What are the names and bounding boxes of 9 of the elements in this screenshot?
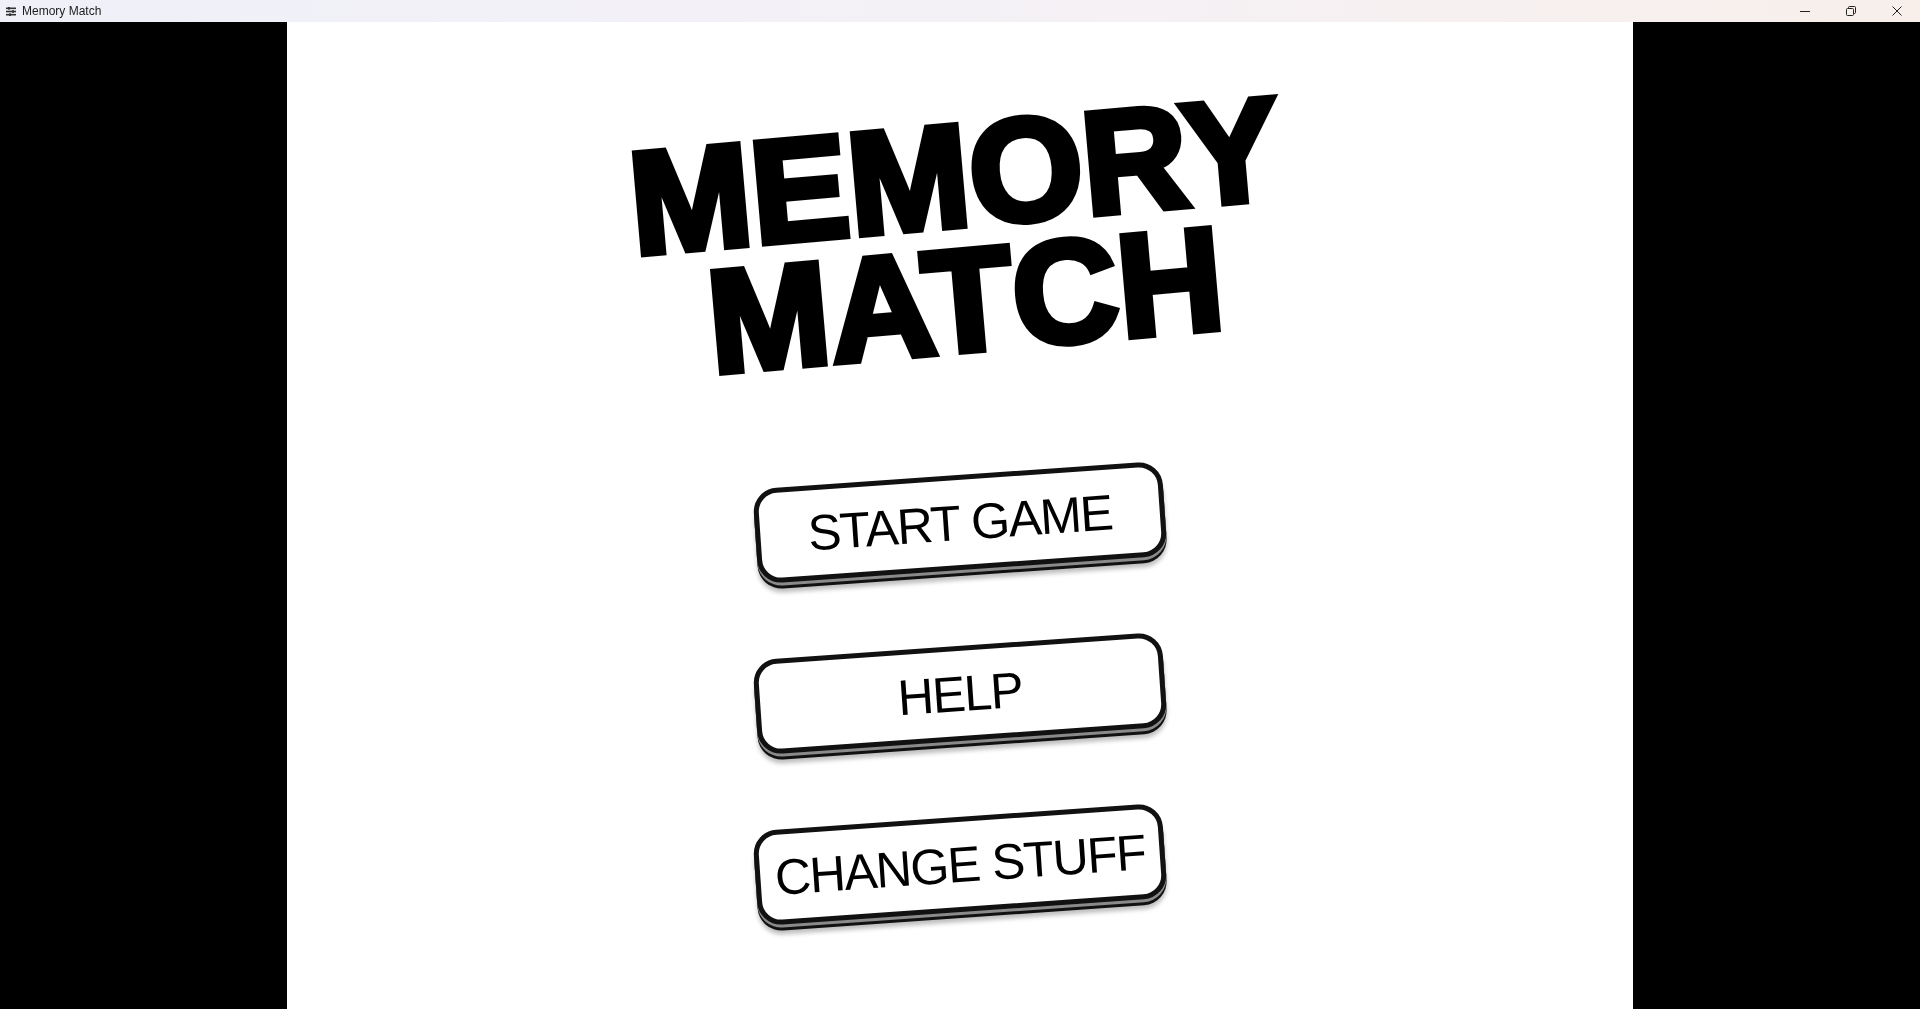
minimize-icon: [1800, 10, 1810, 12]
close-icon: [1892, 6, 1902, 16]
app-icon: [6, 6, 16, 16]
window-title: Memory Match: [22, 4, 102, 18]
menu-button[interactable]: CHANGE STUFF: [752, 802, 1168, 927]
game-title: MEMORY MATCH: [621, 82, 1288, 394]
restore-icon: [1846, 6, 1856, 16]
menu-button[interactable]: HELP: [752, 631, 1168, 756]
menu-button[interactable]: START GAME: [752, 460, 1168, 585]
